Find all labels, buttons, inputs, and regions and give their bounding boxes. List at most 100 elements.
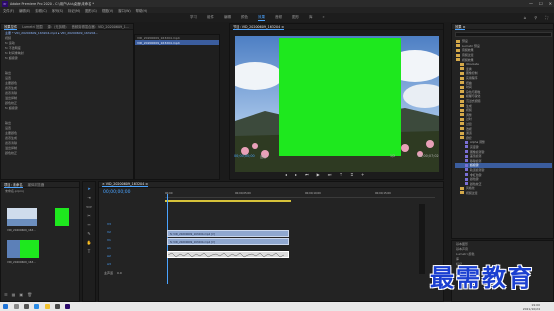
effect-icon [465,159,468,163]
workspace-tab-learn[interactable]: 学习 [190,15,197,21]
workspace-tab-color[interactable]: 颜色 [241,15,248,21]
premiere-taskbar-icon[interactable] [65,304,70,309]
icon-view-icon[interactable]: ▦ [12,292,16,297]
menu-marker[interactable]: 标记(M) [68,8,80,13]
menu-file[interactable]: 文件(F) [3,8,14,13]
tab-lumetri-scopes[interactable]: Lumetri 范围 [22,24,42,29]
timeline-audio-clip[interactable] [167,251,289,258]
effects-tree-label: 图像控制 [466,71,478,76]
hand-tool-icon[interactable]: ✋ [87,240,92,245]
workspace-tab-audio[interactable]: 音频 [275,15,282,21]
workspace-tab-editing[interactable]: 编辑 [224,15,231,21]
track-header[interactable]: V3 [107,222,111,226]
mark-out-icon[interactable]: ▸ [295,172,297,177]
folder-icon [460,85,464,89]
timeline-clip-v2[interactable]: fx VID_20200609_163204.mp4 [V] [167,230,289,237]
home-icon[interactable]: ⌂ [524,15,527,20]
tab-audio-mixer[interactable]: 音频剪辑混合器：VID_20200609_1... [72,24,129,29]
lift-icon[interactable]: ⇡ [339,172,342,177]
effects-tree-label: 时间 [466,85,472,90]
track-header[interactable]: A3 [107,262,111,266]
master-track: 主声道 0.0 [104,271,122,275]
clock-date: 2021/10/24 [522,307,540,311]
pen-tool-icon[interactable]: ✎ [87,231,90,236]
track-select-icon[interactable]: ⇥ [87,195,90,200]
program-timecode[interactable]: 00;00;00;00 [234,154,255,158]
maximize-button[interactable]: ☐ [539,1,543,6]
effects-search-input[interactable] [455,32,552,37]
timeline-timecode[interactable]: 00;00;00;00 [103,190,130,195]
effects-tree-item[interactable]: 视频过渡 [455,191,552,196]
premiere-logo-icon: Pr [2,0,8,7]
list-view-icon[interactable]: ☰ [4,292,8,297]
effect-icon [465,150,468,154]
menu-window[interactable]: 窗口(W) [118,8,130,13]
menu-edit[interactable]: 编辑(E) [19,8,30,13]
menu-clip[interactable]: 剪辑(C) [35,8,46,13]
program-monitor-tab[interactable]: 节目: VID_20200609_163204 ≡ [233,24,284,30]
file-explorer-icon[interactable] [55,304,60,309]
work-area-bar[interactable] [165,200,291,202]
menu-view[interactable]: 视图(V) [102,8,113,13]
track-header[interactable]: A2 [107,254,111,258]
effect-icon [465,145,468,149]
add-button-icon[interactable]: + [361,172,364,177]
tab-source[interactable]: 源：(无剪辑) [48,24,67,29]
tab-media-browser[interactable]: 媒体浏览器 [28,182,44,187]
thumb-1-label: VID_20200609_163... [7,228,36,232]
folder-icon [460,81,464,85]
workspace-tab-graphics[interactable]: 图形 [292,15,299,21]
new-item-icon[interactable]: ▣ [19,292,23,297]
step-forward-icon[interactable]: ⏭ [328,172,332,177]
chrome-icon[interactable] [45,304,50,309]
menu-help[interactable]: 帮助(H) [136,8,148,13]
type-tool-icon[interactable]: T [88,249,90,254]
workspace-tab-assembly[interactable]: 组件 [207,15,214,21]
timeline-clip-v1[interactable]: fx VID_20200609_163204.mp4 [V] [167,238,289,245]
fit-dropdown[interactable]: 适合 [260,154,266,159]
project-thumb-3[interactable] [7,240,39,258]
workspace-tab-libraries[interactable]: 库 [309,15,313,21]
time-ruler[interactable]: 00;00 00;00;05;00 00;00;10;00 00;00;15;0… [165,192,435,198]
close-button[interactable]: ✕ [549,1,552,6]
step-back-icon[interactable]: ⏮ [305,172,309,177]
task-view-icon[interactable] [24,304,29,309]
effects-tree-label: 视频效果 [462,57,474,62]
play-icon[interactable]: ▶ [317,172,320,177]
tab-effect-controls[interactable]: 效果控件 [4,24,18,30]
master-volume[interactable]: 0.0 [117,271,122,275]
razor-tool-icon[interactable]: ✂ [87,213,90,218]
effect-row[interactable]: 颜色校正 [1,150,133,155]
search-icon[interactable]: ⚲ [534,15,537,20]
fullscreen-icon[interactable]: ⛶ [545,15,548,20]
slip-tool-icon[interactable]: ⇿ [87,222,90,227]
effects-tree-label: 亮度键 [470,144,479,149]
track-header[interactable]: V2 [107,230,111,234]
selection-tool-icon[interactable]: ➤ [87,186,90,191]
ripple-edit-icon[interactable]: ⟺ [86,204,92,209]
minimize-button[interactable]: — [529,1,533,6]
track-header[interactable]: V1 [107,238,111,242]
project-thumb-1[interactable] [7,208,37,226]
menu-graphics[interactable]: 图形(G) [85,8,97,13]
effect-icon [465,168,468,172]
workspace-tab-effects[interactable]: 效果 [258,15,265,21]
program-monitor: 节目: VID_20200609_163204 ≡ 00;00;00;00 适合… [229,23,444,180]
menu-sequence[interactable]: 序列(S) [52,8,63,13]
mark-in-icon[interactable]: ◂ [285,172,287,177]
effects-tree-label: 超级键 [470,163,479,168]
effect-icon [465,173,468,177]
workspace-more[interactable]: » [323,15,325,21]
search-taskbar-icon[interactable] [14,304,19,309]
resolution-dropdown[interactable]: 1/2 [390,154,395,158]
tab-project[interactable]: 项目: 未命名 [4,182,23,188]
track-header[interactable]: A1 [107,246,111,250]
project-thumb-2[interactable] [55,208,69,226]
timeline-tab[interactable]: × VID_20200609_163204 ≡ [102,182,149,187]
effects-tree-label: 透视 [466,126,472,131]
trash-icon[interactable]: 🗑 [27,292,32,297]
edge-icon[interactable] [34,304,39,309]
source-clip-item[interactable]: VID_20200609_163204.mp4 [135,40,219,45]
export-frame-icon[interactable]: ⌗ [351,172,353,177]
start-icon[interactable] [3,304,8,309]
